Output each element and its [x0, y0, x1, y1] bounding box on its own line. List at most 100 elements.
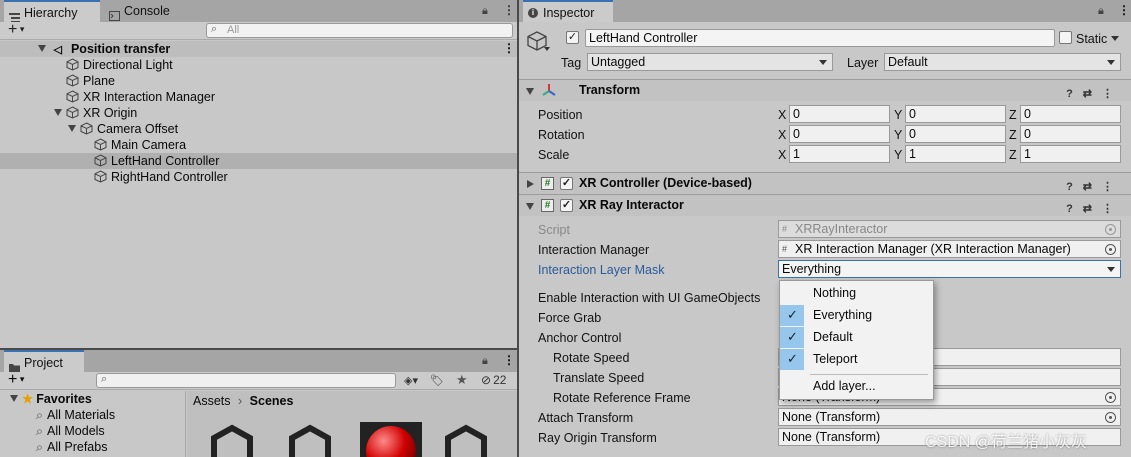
popup-option-default[interactable]: ✓ Default [780, 327, 933, 348]
component-header-icons[interactable]: ?⇄⋮ [1066, 84, 1123, 105]
checkmark-icon: ✓ [787, 307, 798, 322]
position-x-field[interactable]: 0 [789, 105, 890, 123]
search-by-type-icon[interactable]: ◈▾ [404, 374, 418, 387]
unity-scene-asset-icon[interactable] [440, 424, 492, 457]
popup-option-teleport[interactable]: ✓ Teleport [780, 349, 933, 370]
static-dropdown-arrow[interactable] [1111, 36, 1119, 41]
axis-y-label: Y [894, 148, 903, 162]
favorite-label: All Materials [47, 408, 116, 422]
tag-dropdown[interactable]: Untagged [587, 53, 833, 71]
tab-console[interactable]: Console [104, 0, 194, 22]
tree-item-camera-offset[interactable]: Camera Offset [68, 121, 178, 137]
attach-transform-field[interactable]: None (Transform) [778, 408, 1121, 426]
favorite-star-icon[interactable]: ★ [456, 372, 468, 388]
breadcrumb-assets[interactable]: Assets [193, 394, 231, 408]
tree-item-plane[interactable]: Plane [66, 73, 115, 89]
project-search-input[interactable]: ⌕ [96, 373, 396, 388]
material-asset-thumbnail[interactable] [360, 422, 422, 457]
gameobject-icon [94, 154, 107, 167]
script-label: Script [538, 223, 570, 237]
rotation-y-field[interactable]: 0 [905, 125, 1006, 143]
project-kebab-icon[interactable]: ⋮ [503, 353, 515, 367]
hierarchy-search-input[interactable]: ⌕ All [206, 23, 513, 38]
star-icon: ★ [22, 392, 34, 406]
kebab-menu-icon[interactable]: ⋮ [503, 3, 515, 17]
tag-value: Untagged [591, 55, 646, 69]
tree-item-xr-origin[interactable]: XR Origin [54, 105, 137, 121]
tree-item-main-camera[interactable]: Main Camera [94, 137, 186, 153]
scene-header[interactable]: ◁ Position transfer [38, 41, 170, 57]
hidden-packages-icon[interactable]: ⊘ 22 [481, 373, 506, 387]
object-name-input[interactable]: LeftHand Controller [585, 29, 1055, 47]
favorite-item-all-prefabs[interactable]: ⌕ All Prefabs [36, 439, 107, 455]
lock-icon[interactable]: 🔒︎ [482, 5, 488, 18]
inspector-lock-icon[interactable]: 🔒︎ [1098, 5, 1104, 18]
gameobject-icon [80, 122, 93, 135]
popup-option-nothing[interactable]: Nothing [780, 283, 933, 304]
component-header-icons[interactable]: ?⇄⋮ [1066, 199, 1123, 220]
tree-item-label: XR Interaction Manager [83, 90, 216, 104]
expand-arrow-icon [10, 395, 18, 402]
popup-option-add-layer[interactable]: Add layer... [780, 377, 933, 397]
expand-arrow-icon[interactable] [54, 109, 62, 116]
object-picker-icon[interactable] [1105, 244, 1116, 255]
rotation-label: Rotation [538, 128, 585, 142]
axis-z-label: Z [1009, 108, 1017, 122]
component-enabled-checkbox[interactable]: ✓ [560, 177, 573, 190]
rotation-x-field[interactable]: 0 [789, 125, 890, 143]
xr-controller-header[interactable]: # ✓ XR Controller (Device-based) ?⇄⋮ [519, 172, 1131, 194]
tree-item-xr-interaction-manager[interactable]: XR Interaction Manager [66, 89, 215, 105]
tree-item-righthand-controller[interactable]: RightHand Controller [94, 169, 228, 185]
script-hash-icon: # [541, 177, 554, 190]
popup-separator [810, 374, 928, 375]
position-y-field[interactable]: 0 [905, 105, 1006, 123]
axis-x-label: X [778, 128, 787, 142]
favorite-item-all-materials[interactable]: ⌕ All Materials [36, 407, 115, 423]
project-add-button[interactable]: + ▾ [8, 371, 24, 389]
expand-arrow-icon[interactable] [68, 125, 76, 132]
position-z-field[interactable]: 0 [1020, 105, 1121, 123]
transform-header[interactable]: Transform ?⇄⋮ [519, 79, 1131, 101]
static-checkbox[interactable] [1059, 31, 1072, 44]
tree-item-label: Plane [83, 74, 115, 88]
favorites-header[interactable]: ★ Favorites [10, 391, 92, 407]
project-lock-icon[interactable]: 🔒︎ [482, 355, 488, 368]
scale-label: Scale [538, 148, 570, 162]
tree-item-lefthand-controller[interactable]: LeftHand Controller [94, 153, 219, 169]
gameobject-icon [94, 170, 107, 183]
rotate-speed-label: Rotate Speed [553, 351, 630, 365]
tab-project[interactable]: Project [4, 350, 84, 373]
unity-scene-asset-icon[interactable] [284, 424, 336, 457]
inspector-kebab-icon[interactable]: ⋮ [1118, 3, 1130, 17]
rotation-z-field[interactable]: 0 [1020, 125, 1121, 143]
scale-y-field[interactable]: 1 [905, 145, 1006, 163]
xr-controller-title: XR Controller (Device-based) [579, 176, 752, 190]
icon-dropdown-arrow[interactable] [544, 47, 550, 51]
script-hash-icon: # [541, 199, 554, 212]
script-hash-small-icon: # [782, 224, 788, 234]
xr-ray-interactor-header[interactable]: # ✓ XR Ray Interactor ?⇄⋮ [519, 194, 1131, 216]
interaction-manager-field[interactable]: # XR Interaction Manager (XR Interaction … [778, 240, 1121, 258]
active-checkbox[interactable]: ✓ [566, 31, 579, 44]
popup-option-everything[interactable]: ✓ Everything [780, 305, 933, 326]
tree-item-directional-light[interactable]: Directional Light [66, 57, 173, 73]
unity-scene-asset-icon[interactable] [206, 424, 258, 457]
breadcrumb-scenes[interactable]: Scenes [250, 394, 294, 408]
transform-axes-icon [542, 84, 556, 96]
object-picker-icon [1105, 224, 1116, 235]
object-picker-icon[interactable] [1105, 412, 1116, 423]
add-button[interactable]: + ▾ [8, 21, 24, 39]
layer-dropdown[interactable]: Default [884, 53, 1121, 71]
tab-inspector[interactable]: i Inspector [523, 0, 613, 22]
script-value: XRRayInteractor [795, 222, 888, 236]
search-icon: ⌕ [36, 440, 44, 454]
scale-x-field[interactable]: 1 [789, 145, 890, 163]
component-enabled-checkbox[interactable]: ✓ [560, 199, 573, 212]
favorite-item-all-models[interactable]: ⌕ All Models [36, 423, 105, 439]
scene-menu-icon[interactable]: ⋮ [503, 41, 515, 55]
scale-z-field[interactable]: 1 [1020, 145, 1121, 163]
search-by-label-icon[interactable]: 🏷︎ [430, 374, 444, 387]
interaction-layer-mask-dropdown[interactable]: Everything [778, 260, 1121, 278]
object-picker-icon[interactable] [1105, 392, 1116, 403]
tab-hierarchy[interactable]: Hierarchy [4, 0, 100, 23]
